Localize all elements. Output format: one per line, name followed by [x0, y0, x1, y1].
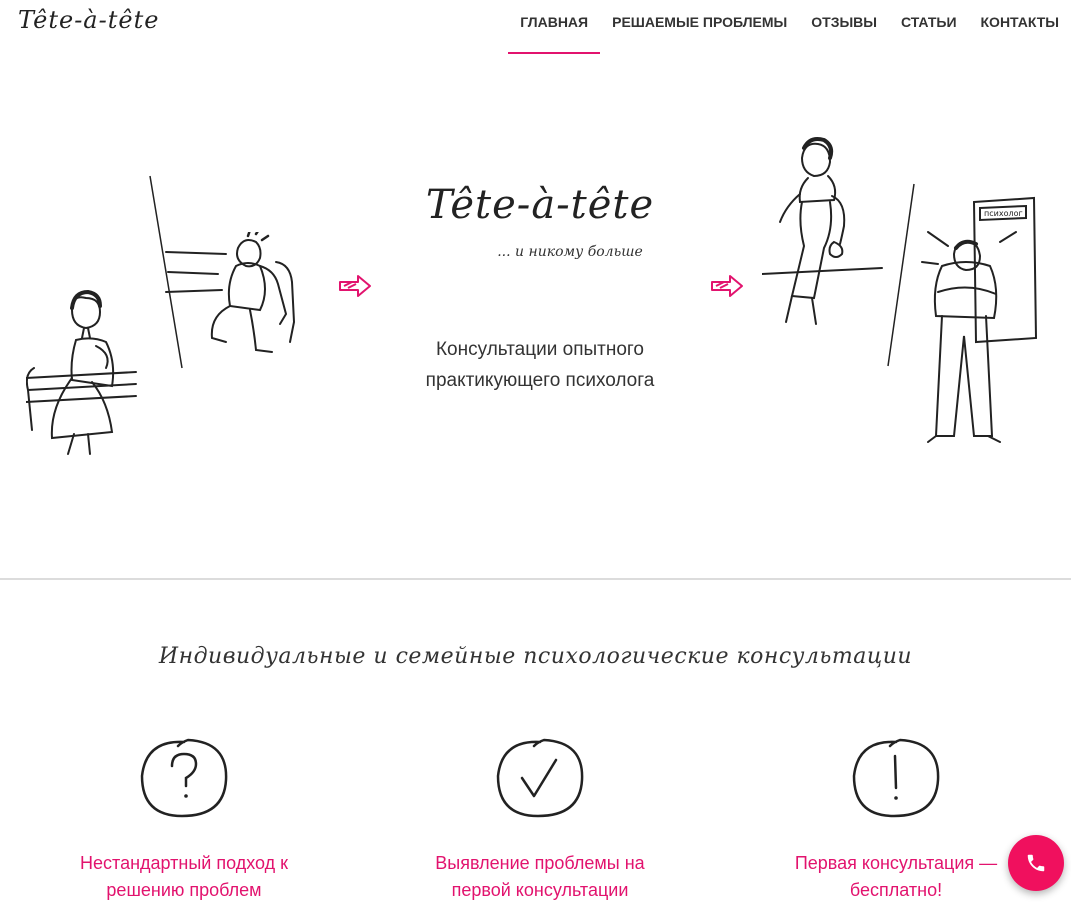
arrow-right-icon — [711, 275, 743, 297]
arrow-right-icon — [339, 275, 371, 297]
sad-woman-illustration — [26, 289, 137, 455]
hero-divider-line-right — [887, 183, 915, 367]
hero-tagline: ... и никому больше — [497, 244, 643, 260]
question-mark-icon — [140, 738, 228, 818]
call-button[interactable] — [1008, 835, 1064, 891]
main-nav: ГЛАВНАЯ РЕШАЕМЫЕ ПРОБЛЕМЫ ОТЗЫВЫ СТАТЬИ … — [508, 0, 1071, 54]
phone-icon — [1027, 854, 1045, 872]
section-title: Индивидуальные и семейные психологически… — [158, 644, 913, 669]
feature-item: Нестандартный подход к решению проблем — [54, 738, 314, 904]
checkmark-icon — [496, 738, 584, 818]
nav-item-reviews[interactable]: ОТЗЫВЫ — [799, 0, 889, 54]
nav-item-home[interactable]: ГЛАВНАЯ — [508, 0, 601, 54]
site-logo[interactable]: Tête-à-tête — [18, 6, 159, 34]
feature-item: Выявление проблемы на первой консультаци… — [410, 738, 670, 904]
feature-text: Нестандартный подход к решению проблем — [80, 853, 288, 900]
site-header: Tête-à-tête ГЛАВНАЯ РЕШАЕМЫЕ ПРОБЛЕМЫ ОТ… — [0, 0, 1071, 56]
section-divider — [0, 578, 1071, 580]
nav-item-problems[interactable]: РЕШАЕМЫЕ ПРОБЛЕМЫ — [600, 0, 799, 54]
nav-item-articles[interactable]: СТАТЬИ — [889, 0, 969, 54]
feature-text: Первая консультация — бесплатно! — [794, 853, 998, 900]
door-sign-text: психолог — [984, 209, 1023, 218]
confident-man-illustration: психолог — [921, 196, 1038, 443]
hero-section: Tête-à-tête ... и никому больше Консульт… — [0, 56, 1071, 578]
tired-man-illustration — [165, 232, 296, 353]
hero-description: Консультации опытного практикующего псих… — [425, 339, 655, 391]
exclamation-mark-icon — [852, 738, 940, 818]
feature-text: Выявление проблемы на первой консультаци… — [435, 853, 645, 900]
nav-item-contacts[interactable]: КОНТАКТЫ — [969, 0, 1071, 54]
happy-woman-illustration — [762, 137, 883, 325]
feature-item: Первая консультация — бесплатно! — [766, 738, 1026, 904]
hero-title: Tête-à-tête — [425, 182, 655, 228]
